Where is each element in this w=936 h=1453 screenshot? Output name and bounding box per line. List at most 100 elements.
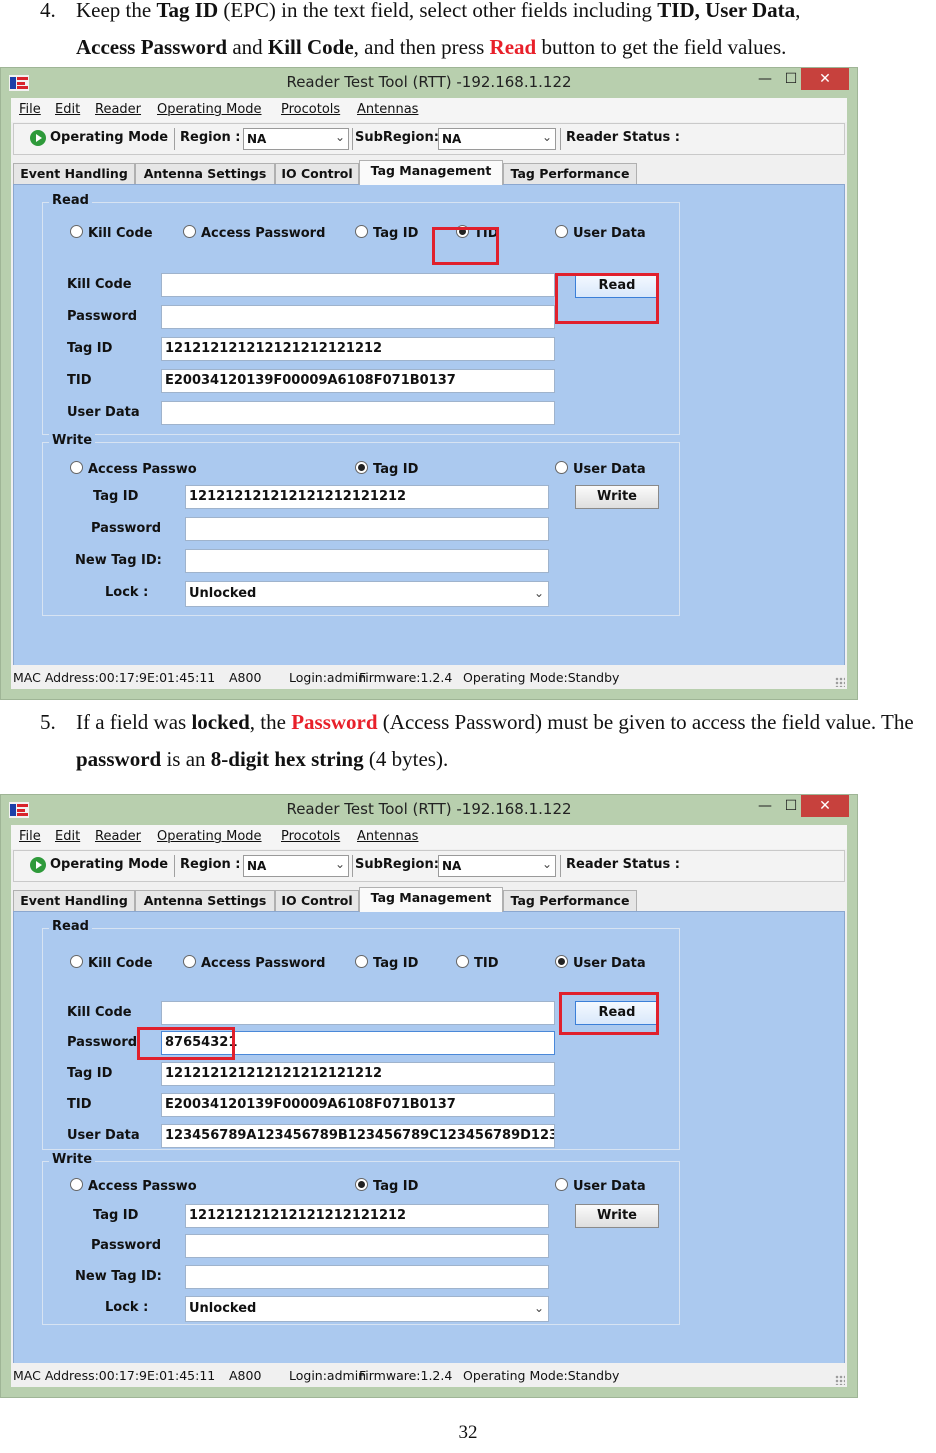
radio-circle[interactable] xyxy=(555,955,568,968)
read-radio-1[interactable]: Access Password xyxy=(183,955,325,971)
radio-circle[interactable] xyxy=(555,1178,568,1191)
subregion-select[interactable]: NA ⌄ xyxy=(438,855,556,877)
radio-circle[interactable] xyxy=(456,955,469,968)
write-field-2[interactable] xyxy=(185,549,549,573)
menu-item[interactable]: Procotols xyxy=(281,102,340,117)
tab-1[interactable]: Antenna Settings xyxy=(135,163,275,184)
region-select[interactable]: NA ⌄ xyxy=(243,855,349,877)
chevron-down-icon: ⌄ xyxy=(334,130,345,144)
maximize-button[interactable]: ☐ xyxy=(779,795,803,817)
write-radio-1[interactable]: Tag ID xyxy=(355,461,418,477)
menu-item[interactable]: Reader xyxy=(95,102,141,117)
play-icon[interactable] xyxy=(30,857,46,873)
radio-label: User Data xyxy=(573,226,646,241)
lock-select[interactable]: Unlocked ⌄ xyxy=(185,581,549,607)
read-field-2[interactable]: 121212121212121212121212 xyxy=(161,1062,555,1086)
lock-select[interactable]: Unlocked ⌄ xyxy=(185,1296,549,1322)
read-field-3[interactable]: E20034120139F00009A6108F071B0137 xyxy=(161,1093,555,1117)
radio-circle[interactable] xyxy=(355,955,368,968)
tab-2[interactable]: IO Control xyxy=(275,890,359,911)
radio-circle[interactable] xyxy=(555,461,568,474)
menu-bar: File Edit Reader Operating Mode Procotols Ant… xyxy=(11,825,847,849)
write-button[interactable]: Write xyxy=(575,485,659,509)
menu-item[interactable]: Procotols xyxy=(281,829,340,844)
read-radio-4[interactable]: User Data xyxy=(555,225,646,241)
read-radio-2[interactable]: Tag ID xyxy=(355,225,418,241)
operating-mode-button[interactable]: Operating Mode xyxy=(50,857,168,872)
maximize-button[interactable]: ☐ xyxy=(779,68,803,90)
close-button[interactable]: ✕ xyxy=(801,68,849,90)
read-field-2[interactable]: 121212121212121212121212 xyxy=(161,337,555,361)
minimize-button[interactable]: — xyxy=(753,68,777,90)
write-field-0[interactable]: 121212121212121212121212 xyxy=(185,485,549,509)
operating-mode-button[interactable]: Operating Mode xyxy=(50,130,168,145)
tab-0[interactable]: Event Handling xyxy=(13,163,135,184)
read-group-title: Read xyxy=(49,193,92,208)
write-group-title: Write xyxy=(49,1152,96,1167)
menu-item[interactable]: Edit xyxy=(55,829,80,844)
tab-4[interactable]: Tag Performance xyxy=(503,163,637,184)
write-field-2[interactable] xyxy=(185,1265,549,1289)
menu-item[interactable]: Operating Mode xyxy=(157,102,262,117)
read-radio-0[interactable]: Kill Code xyxy=(70,225,153,241)
radio-circle[interactable] xyxy=(355,225,368,238)
radio-circle[interactable] xyxy=(555,225,568,238)
radio-label: Tag ID xyxy=(373,462,419,477)
region-select[interactable]: NA ⌄ xyxy=(243,128,349,150)
tab-1[interactable]: Antenna Settings xyxy=(135,890,275,911)
tab-3[interactable]: Tag Management xyxy=(359,887,503,912)
write-field-label: Tag ID xyxy=(93,489,139,504)
menu-item[interactable]: Edit xyxy=(55,102,80,117)
tab-4[interactable]: Tag Performance xyxy=(503,890,637,911)
radio-circle[interactable] xyxy=(183,955,196,968)
minimize-button[interactable]: — xyxy=(753,795,777,817)
write-radio-2[interactable]: User Data xyxy=(555,461,646,477)
read-field-1[interactable] xyxy=(161,305,555,329)
radio-circle[interactable] xyxy=(70,1178,83,1191)
read-field-0[interactable] xyxy=(161,273,555,297)
write-field-1[interactable] xyxy=(185,517,549,541)
tab-2[interactable]: IO Control xyxy=(275,163,359,184)
read-field-label: User Data xyxy=(67,405,140,420)
subregion-select[interactable]: NA ⌄ xyxy=(438,128,556,150)
radio-circle[interactable] xyxy=(355,461,368,474)
radio-label: Access Passwo xyxy=(88,462,197,477)
radio-label: Access Password xyxy=(201,226,326,241)
write-radio-0[interactable]: Access Passwo xyxy=(70,1178,198,1194)
read-field-0[interactable] xyxy=(161,1001,555,1025)
menu-item[interactable]: Operating Mode xyxy=(157,829,262,844)
tab-3[interactable]: Tag Management xyxy=(359,160,503,185)
resize-grip-icon[interactable] xyxy=(835,677,845,687)
write-radio-0[interactable]: Access Passwo xyxy=(70,461,198,477)
radio-circle[interactable] xyxy=(355,1178,368,1191)
write-group: Write Access Passwo Tag ID User Data Tag ID 1… xyxy=(42,1152,680,1325)
write-field-1[interactable] xyxy=(185,1234,549,1258)
read-field-3[interactable]: E20034120139F00009A6108F071B0137 xyxy=(161,369,555,393)
menu-item[interactable]: File xyxy=(19,102,41,117)
radio-circle[interactable] xyxy=(70,955,83,968)
tab-0[interactable]: Event Handling xyxy=(13,890,135,911)
read-field-4[interactable]: 123456789A123456789B123456789C123456789D… xyxy=(161,1124,555,1148)
play-icon[interactable] xyxy=(30,130,46,146)
menu-item[interactable]: Antennas xyxy=(357,829,418,844)
read-field-4[interactable] xyxy=(161,401,555,425)
read-radio-0[interactable]: Kill Code xyxy=(70,955,153,971)
chevron-down-icon: ⌄ xyxy=(334,857,345,871)
region-value: NA xyxy=(247,132,267,146)
read-radio-4[interactable]: User Data xyxy=(555,955,646,971)
radio-circle[interactable] xyxy=(70,461,83,474)
radio-circle[interactable] xyxy=(183,225,196,238)
write-radio-2[interactable]: User Data xyxy=(555,1178,646,1194)
write-radio-1[interactable]: Tag ID xyxy=(355,1178,418,1194)
read-radio-3[interactable]: TID xyxy=(456,955,499,971)
menu-item[interactable]: Reader xyxy=(95,829,141,844)
read-radio-1[interactable]: Access Password xyxy=(183,225,325,241)
menu-item[interactable]: Antennas xyxy=(357,102,418,117)
resize-grip-icon[interactable] xyxy=(835,1375,845,1385)
radio-circle[interactable] xyxy=(70,225,83,238)
write-button[interactable]: Write xyxy=(575,1204,659,1228)
close-button[interactable]: ✕ xyxy=(801,795,849,817)
write-field-0[interactable]: 121212121212121212121212 xyxy=(185,1204,549,1228)
menu-item[interactable]: File xyxy=(19,829,41,844)
read-radio-2[interactable]: Tag ID xyxy=(355,955,418,971)
